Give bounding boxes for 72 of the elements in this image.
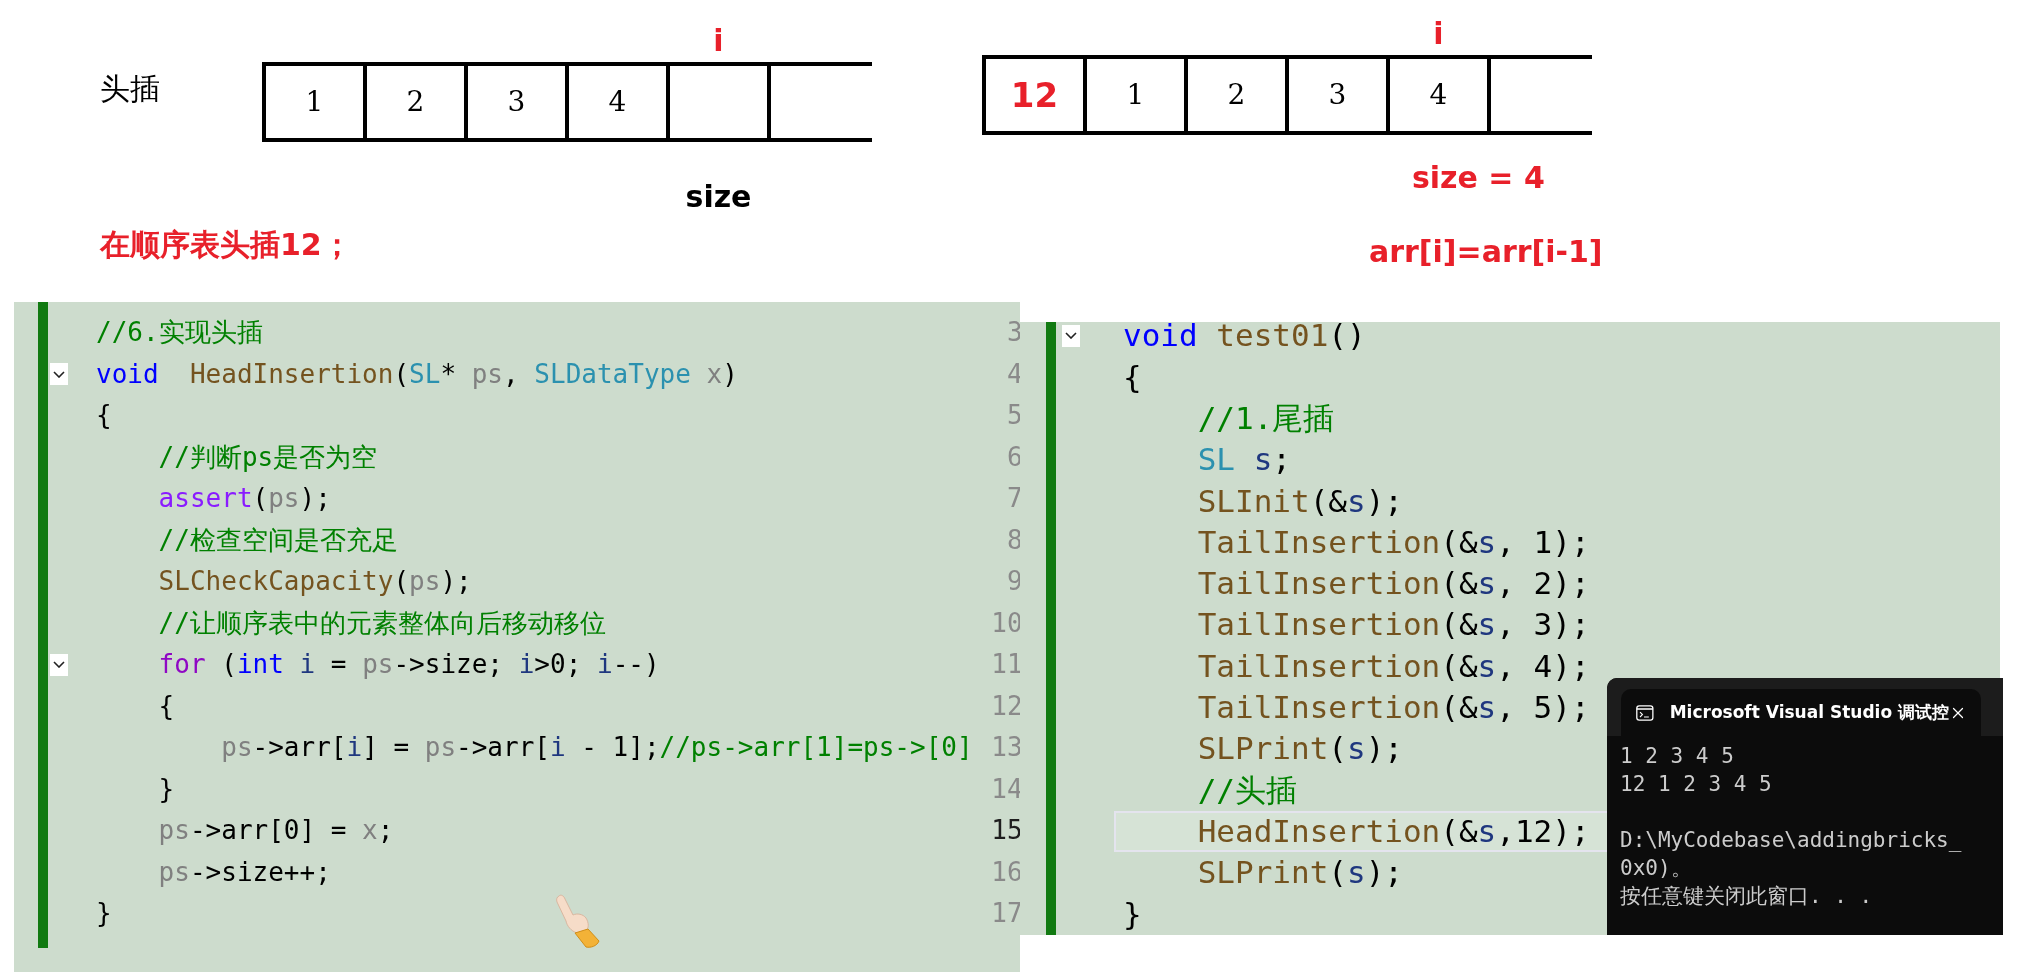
caption: 在顺序表头插12； [100, 230, 352, 260]
code-line: void test01() [1122, 322, 1367, 356]
code-line: } [1122, 894, 1143, 934]
size-label: size = 4 [1411, 163, 1545, 193]
code-line: TailInsertion(&s, 4); [1196, 646, 1591, 686]
chevron-icon [53, 661, 65, 669]
code-line: TailInsertion(&s, 5); [1196, 688, 1591, 728]
cell-value: 4 [608, 84, 627, 120]
code-line: TailInsertion(&s, 3); [1196, 605, 1591, 645]
line-number: 15 [990, 814, 1020, 848]
line-number: 3 [1006, 316, 1020, 350]
fold-button[interactable] [50, 653, 68, 676]
code-line: SLPrint(s); [1196, 853, 1404, 893]
console-output-line: D:\MyCodebase\addingbricks_ [1620, 827, 1962, 854]
line-number: 16 [990, 855, 1020, 889]
line-number: 12 [990, 689, 1020, 723]
line-number: 5 [1006, 399, 1020, 433]
code-line: //检查空间是否充足 [157, 523, 398, 557]
line-number: 8 [1006, 523, 1020, 557]
code-line: SLCheckCapacity(ps); [157, 565, 472, 599]
code-line: ps->arr[i] = ps->arr[i - 1];//ps->arr[1]=ps->[0] [220, 731, 973, 765]
pointer-label: i [1433, 19, 1444, 49]
line-number: 17 [990, 897, 1020, 931]
code-line: //判断ps是否为空 [157, 440, 378, 474]
diagram-label: 头插 [100, 70, 161, 108]
code-line: } [157, 772, 175, 806]
code-line: SLPrint(s); [1196, 729, 1404, 769]
line-number: 7 [1006, 482, 1020, 516]
cell-value: 2 [1227, 77, 1246, 113]
code-line: TailInsertion(&s, 2); [1196, 564, 1591, 604]
console-title: Microsoft Visual Studio 调试控 [1669, 700, 1949, 724]
chevron-icon [1065, 332, 1077, 340]
cell-value: 3 [507, 84, 526, 120]
cell-value: 4 [1429, 77, 1448, 113]
code-line: //头插 [1196, 770, 1298, 810]
code-line: SLInit(&s); [1196, 481, 1404, 521]
line-number: 9 [1006, 565, 1020, 599]
fold-button[interactable] [50, 363, 68, 386]
code-line: ps->size++; [157, 855, 331, 889]
cell-value: 1 [1126, 77, 1145, 113]
cell-value: 2 [406, 84, 425, 120]
line-number: 10 [990, 606, 1020, 640]
cell-value: 12 [1010, 73, 1059, 117]
code-line: TailInsertion(&s, 1); [1196, 522, 1591, 562]
console-output-line: 1 2 3 4 5 [1620, 743, 1734, 770]
line-number: 11 [990, 648, 1020, 682]
size-label: size [685, 182, 752, 212]
code-line: void HeadInsertion(SL* ps, SLDataType x) [96, 357, 738, 391]
chevron-icon [53, 370, 65, 378]
formula: arr[i]=arr[i-1] [1369, 237, 1603, 267]
line-number: 6 [1006, 440, 1020, 474]
code-line: SL s; [1196, 440, 1292, 480]
console-output-line: 12 1 2 3 4 5 [1620, 771, 1772, 798]
fold-button[interactable] [1062, 324, 1080, 347]
code-line: } [96, 897, 112, 931]
code-line: //1.尾插 [1196, 399, 1336, 438]
code-line: { [96, 399, 112, 433]
code-line: assert(ps); [157, 482, 331, 516]
code-line: //6.实现头插 [96, 316, 263, 350]
console-tab[interactable]: Microsoft Visual Studio 调试控 [1621, 689, 1981, 736]
pointer-label: i [713, 26, 724, 56]
code-line: for (int i = ps->size; i>0; i--) [157, 648, 660, 682]
terminal-icon [1636, 702, 1654, 723]
code-line: ps->arr[0] = x; [157, 814, 394, 848]
code-line: { [157, 689, 175, 723]
code-line: { [1122, 357, 1143, 397]
console-output-line: 按任意键关闭此窗口. . . [1620, 883, 1873, 910]
cell-value: 3 [1328, 77, 1347, 113]
code-line: //让顺序表中的元素整体向后移动移位 [157, 606, 606, 640]
line-number: 13 [990, 731, 1020, 765]
console-output-line: 0x0)。 [1620, 855, 1692, 882]
cell-value: 1 [305, 84, 324, 120]
